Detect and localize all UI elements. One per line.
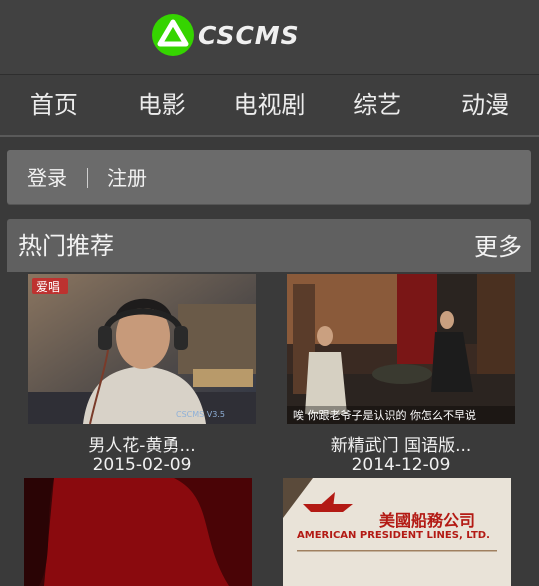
- video-thumbnail[interactable]: 爱唱 CSCMS V3.5: [28, 274, 256, 424]
- video-card[interactable]: 爱唱 CSCMS V3.5 男人花-黄勇... 2015-02-09: [28, 274, 256, 479]
- nav-item-anime[interactable]: 动漫: [431, 75, 539, 135]
- app-header: CSCMS: [0, 0, 539, 75]
- video-thumbnail[interactable]: 唉 你跟老爷子是认识的 你怎么不早说: [287, 274, 515, 424]
- main-nav: 首页 电影 电视剧 综艺 动漫: [0, 75, 539, 137]
- video-title[interactable]: 新精武门 国语版...: [287, 431, 515, 456]
- hot-section: 热门推荐 更多 爱唱 CSCMS V3.5 男人花-黄勇... 2015-02-…: [7, 219, 531, 586]
- video-card[interactable]: 美國船務公司 AMERICAN PRESIDENT LINES, LTD.: [283, 478, 511, 586]
- video-card[interactable]: 唉 你跟老爷子是认识的 你怎么不早说 新精武门 国语版... 2014-12-0…: [287, 274, 515, 479]
- nav-item-movies[interactable]: 电影: [108, 75, 216, 135]
- thumb-text: 美國船務公司: [379, 511, 475, 530]
- thumb-badge: 爱唱: [36, 280, 60, 294]
- cscms-logo-icon: [152, 14, 194, 56]
- video-card[interactable]: [24, 478, 252, 586]
- nav-item-variety[interactable]: 综艺: [323, 75, 431, 135]
- more-link[interactable]: 更多: [474, 219, 522, 275]
- thumb-watermark: CSCMS V3.5: [176, 410, 225, 419]
- register-link[interactable]: 注册: [107, 150, 147, 206]
- logo-text: CSCMS: [198, 20, 300, 50]
- nav-item-home[interactable]: 首页: [0, 75, 108, 135]
- video-thumbnail[interactable]: [24, 478, 252, 586]
- login-link[interactable]: 登录: [27, 150, 67, 206]
- section-header: 热门推荐 更多: [7, 219, 531, 272]
- video-date: 2014-12-09: [351, 455, 451, 475]
- video-date: 2015-02-09: [92, 455, 192, 475]
- video-thumbnail[interactable]: 美國船務公司 AMERICAN PRESIDENT LINES, LTD.: [283, 478, 511, 586]
- thumb-subtext: AMERICAN PRESIDENT LINES, LTD.: [297, 530, 490, 541]
- nav-item-tv-series[interactable]: 电视剧: [216, 75, 324, 135]
- divider: [87, 168, 88, 188]
- thumb-caption: 唉 你跟老爷子是认识的 你怎么不早说: [293, 408, 476, 422]
- site-logo[interactable]: CSCMS: [152, 13, 300, 57]
- user-bar: 登录 注册: [7, 150, 531, 204]
- video-title[interactable]: 男人花-黄勇...: [28, 431, 256, 456]
- section-title: 热门推荐: [18, 232, 114, 260]
